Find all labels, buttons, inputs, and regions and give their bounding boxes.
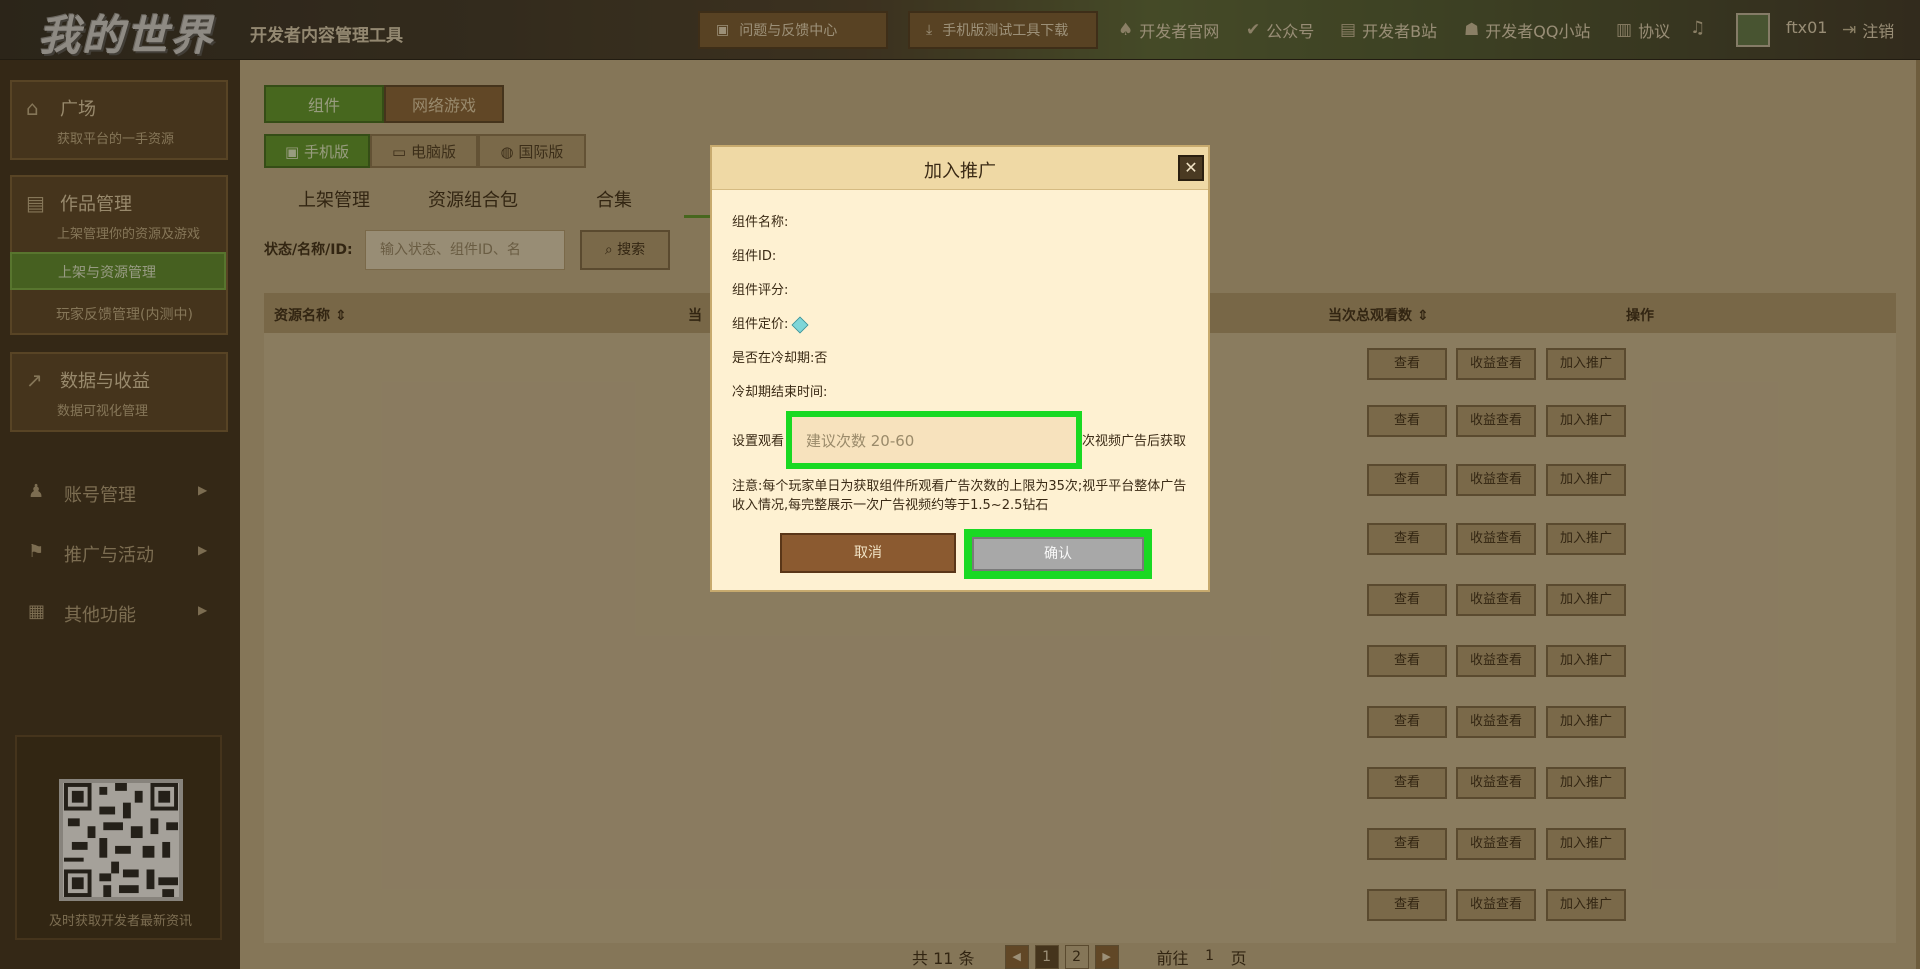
component-price-field: 组件定价: [732, 313, 809, 333]
add-promotion-dialog: 加入推广 ✕ 组件名称: 组件ID: 组件评分: 组件定价: 是否在冷却期:否 … [710, 145, 1210, 592]
component-score-field: 组件评分: [732, 283, 789, 298]
cooldown-end-field: 冷却期结束时间: [732, 385, 828, 400]
close-icon[interactable]: ✕ [1178, 155, 1204, 181]
ad-count-placeholder: 建议次数 20-60 [806, 432, 915, 450]
dialog-title: 加入推广 [924, 161, 996, 182]
diamond-icon [791, 316, 809, 333]
confirm-button[interactable]: 确认 [972, 537, 1144, 571]
confirm-button-highlight: 确认 [964, 529, 1152, 579]
component-id-field: 组件ID: [732, 249, 777, 264]
dialog-header: 加入推广 ✕ [712, 147, 1208, 190]
after-views-label: 次视频广告后获取 [1082, 434, 1187, 449]
set-views-label: 设置观看 [732, 434, 785, 449]
cancel-button[interactable]: 取消 [780, 533, 956, 573]
notice-text: 注意:每个玩家单日为获取组件所观看广告次数的上限为35次;视乎平台整体广告收入情… [732, 479, 1187, 513]
component-price-label: 组件定价: [732, 317, 789, 332]
component-name-field: 组件名称: [732, 215, 789, 230]
cooldown-field: 是否在冷却期:否 [732, 351, 828, 366]
ad-count-input[interactable]: 建议次数 20-60 [786, 411, 1082, 469]
